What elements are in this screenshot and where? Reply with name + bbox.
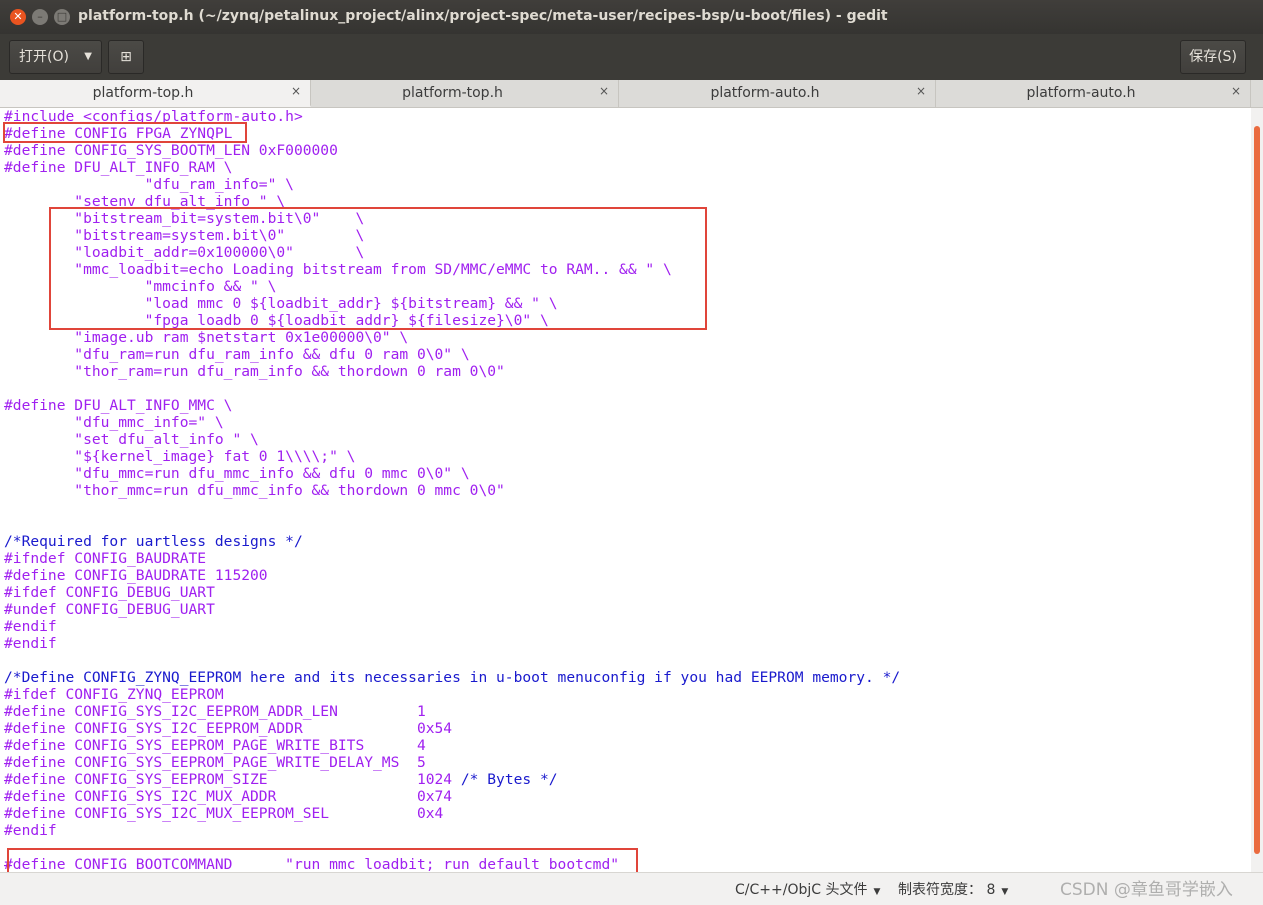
code-line: #define CONFIG_SYS_I2C_EEPROM_ADDR 0x54 — [4, 720, 453, 737]
highlight-box-bitstream-env — [49, 207, 707, 330]
code-line: #undef CONFIG_DEBUG_UART — [4, 601, 215, 618]
code-line: /*Required for uartless designs */ — [4, 533, 303, 550]
language-label: C/C++/ObjC 头文件 — [735, 882, 868, 898]
tab-label: platform-top.h — [92, 85, 194, 101]
code-line: #define CONFIG_SYS_EEPROM_PAGE_WRITE_DEL… — [4, 754, 426, 771]
tab-platform-auto-2[interactable]: platform-auto.h × — [936, 80, 1251, 107]
language-selector[interactable]: C/C++/ObjC 头文件 ▼ — [735, 879, 880, 899]
status-bar: C/C++/ObjC 头文件 ▼ 制表符宽度： 8 ▼ CSDN @章鱼哥学嵌入 — [0, 872, 1263, 905]
tab-label: platform-top.h — [402, 85, 503, 101]
code-line: "dfu_ram_info=" \ — [4, 176, 294, 193]
code-line: #define DFU_ALT_INFO_MMC \ — [4, 397, 233, 414]
scrollbar-thumb[interactable] — [1254, 126, 1260, 854]
chevron-down-icon: ▼ — [1001, 887, 1009, 897]
highlight-box-fpga-define — [3, 122, 247, 143]
code-line: #define CONFIG_SYS_I2C_MUX_EEPROM_SEL 0x… — [4, 805, 444, 822]
code-line: #endif — [4, 618, 57, 635]
code-line: /*Define CONFIG_ZYNQ_EEPROM here and its… — [4, 669, 901, 686]
code-line: #ifdef CONFIG_ZYNQ_EEPROM — [4, 686, 224, 703]
header-toolbar: 打开(O) ▼ ⊞ 保存(S) — [0, 34, 1263, 80]
code-line: #endif — [4, 635, 57, 652]
tab-platform-auto-1[interactable]: platform-auto.h × — [619, 80, 936, 107]
tab-platform-top-1[interactable]: platform-top.h × — [0, 80, 311, 107]
open-button[interactable]: 打开(O) ▼ — [9, 40, 102, 74]
close-icon[interactable]: × — [291, 84, 301, 98]
new-document-icon: ⊞ — [120, 49, 132, 65]
code-line: #define CONFIG_SYS_BOOTM_LEN 0xF000000 — [4, 142, 338, 159]
title-bar: ✕ – □ platform-top.h (~/zynq/petalinux_p… — [0, 0, 1263, 34]
chevron-down-icon: ▼ — [84, 51, 92, 62]
tab-width-selector[interactable]: 制表符宽度： 8 ▼ — [898, 879, 1008, 899]
window-close-button[interactable]: ✕ — [10, 9, 26, 25]
new-document-button[interactable]: ⊞ — [108, 40, 144, 74]
code-line: "image.ub ram $netstart 0x1e00000\0" \ — [4, 329, 409, 346]
code-line: #define DFU_ALT_INFO_RAM \ — [4, 159, 233, 176]
watermark: CSDN @章鱼哥学嵌入 — [1060, 880, 1233, 900]
window-minimize-button[interactable]: – — [32, 9, 48, 25]
vertical-scrollbar[interactable] — [1251, 108, 1263, 872]
code-line: #define CONFIG_SYS_EEPROM_PAGE_WRITE_BIT… — [4, 737, 426, 754]
tab-bar: platform-top.h × platform-top.h × platfo… — [0, 80, 1263, 108]
code-line: "set dfu_alt_info " \ — [4, 431, 259, 448]
code-line: "dfu_mmc_info=" \ — [4, 414, 224, 431]
code-line: #define CONFIG_SYS_I2C_MUX_ADDR 0x74 — [4, 788, 453, 805]
code-line: "dfu_ram=run dfu_ram_info && dfu 0 ram 0… — [4, 346, 470, 363]
tab-label: platform-auto.h — [1026, 85, 1136, 101]
close-icon[interactable]: × — [916, 84, 926, 98]
code-line: #endif — [4, 822, 57, 839]
save-button[interactable]: 保存(S) — [1180, 40, 1246, 74]
code-line: #define CONFIG_SYS_I2C_EEPROM_ADDR_LEN 1 — [4, 703, 426, 720]
code-line: #ifndef CONFIG_BAUDRATE — [4, 550, 207, 567]
open-button-label: 打开(O) — [19, 49, 69, 65]
code-line: "${kernel_image} fat 0 1\\\\;" \ — [4, 448, 356, 465]
tab-label: platform-auto.h — [710, 85, 820, 101]
close-icon[interactable]: × — [599, 84, 609, 98]
chevron-down-icon: ▼ — [873, 887, 881, 897]
code-line: #define CONFIG_BAUDRATE 115200 — [4, 567, 268, 584]
code-line: #define CONFIG_SYS_EEPROM_SIZE 1024 /* B… — [4, 771, 558, 788]
tab-width-label: 制表符宽度： 8 — [898, 882, 996, 898]
tab-platform-top-2[interactable]: platform-top.h × — [311, 80, 619, 107]
code-line: "thor_mmc=run dfu_mmc_info && thordown 0… — [4, 482, 505, 499]
window-title: platform-top.h (~/zynq/petalinux_project… — [78, 8, 888, 24]
window-maximize-button[interactable]: □ — [54, 9, 70, 25]
close-icon[interactable]: × — [1231, 84, 1241, 98]
code-line: #ifdef CONFIG_DEBUG_UART — [4, 584, 215, 601]
code-line: "thor_ram=run dfu_ram_info && thordown 0… — [4, 363, 505, 380]
code-line: "dfu_mmc=run dfu_mmc_info && dfu 0 mmc 0… — [4, 465, 470, 482]
